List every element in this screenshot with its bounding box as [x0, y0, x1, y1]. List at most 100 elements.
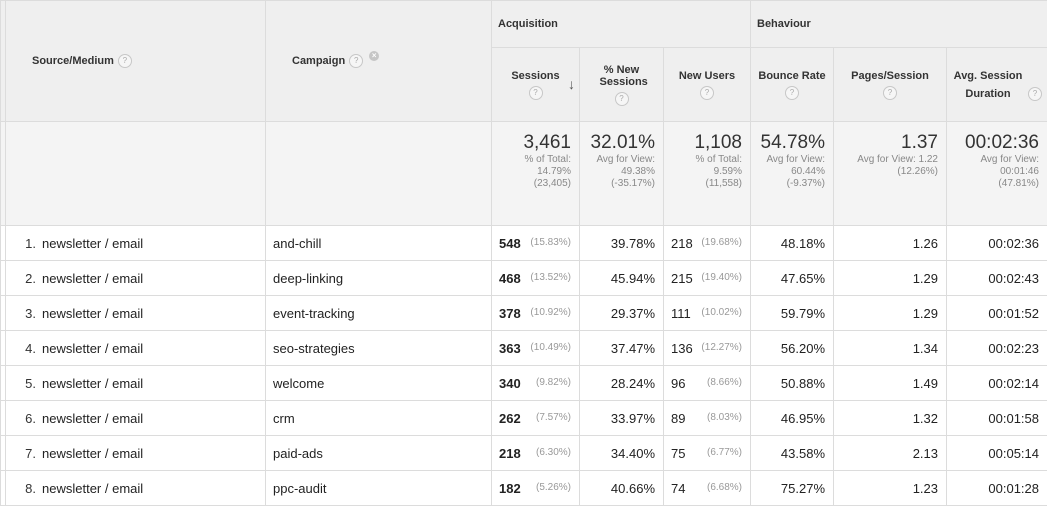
sessions-value: 378: [499, 306, 521, 321]
sessions-value: 340: [499, 376, 521, 391]
source-medium-link[interactable]: newsletter / email: [42, 446, 143, 461]
help-icon[interactable]: ?: [615, 92, 629, 106]
row-index: 1.: [10, 236, 42, 251]
acquisition-group-header: Acquisition: [492, 1, 751, 48]
campaign-link[interactable]: welcome: [273, 376, 324, 391]
sessions-percent: (7.57%): [536, 412, 571, 423]
new-users-cell: 111(10.02%): [664, 296, 751, 331]
pct-new-sessions-cell: 33.97%: [580, 401, 664, 436]
source-medium-link[interactable]: newsletter / email: [42, 411, 143, 426]
help-icon[interactable]: ?: [529, 86, 543, 100]
source-medium-link[interactable]: newsletter / email: [42, 236, 143, 251]
bounce-rate-cell: 43.58%: [751, 436, 834, 471]
sessions-cell: 468(13.52%): [492, 261, 580, 296]
sessions-percent: (15.83%): [530, 237, 571, 248]
campaign-link[interactable]: deep-linking: [273, 271, 343, 286]
new-users-value: 96: [671, 376, 685, 391]
source-medium-link[interactable]: newsletter / email: [42, 481, 143, 496]
new-users-cell: 89(8.03%): [664, 401, 751, 436]
help-icon[interactable]: ?: [349, 54, 363, 68]
bounce-rate-cell: 48.18%: [751, 226, 834, 261]
totals-campaign-cell: [266, 122, 492, 226]
new-users-cell: 215(19.40%): [664, 261, 751, 296]
sessions-cell: 218(6.30%): [492, 436, 580, 471]
source-medium-cell: 7.newsletter / email: [6, 436, 266, 471]
source-medium-header[interactable]: Source/Medium?: [6, 1, 266, 122]
new-users-percent: (12.27%): [701, 342, 742, 353]
pages-session-cell: 1.34: [834, 331, 947, 366]
source-medium-cell: 2.newsletter / email: [6, 261, 266, 296]
sessions-value: 363: [499, 341, 521, 356]
pct-new-sessions-cell: 45.94%: [580, 261, 664, 296]
pct-new-sessions-cell: 28.24%: [580, 366, 664, 401]
new-users-value: 136: [671, 341, 693, 356]
pages-session-cell: 1.29: [834, 296, 947, 331]
campaign-cell: ppc-audit: [266, 471, 492, 506]
campaign-link[interactable]: event-tracking: [273, 306, 355, 321]
table-row: 4.newsletter / email seo-strategies 363(10…: [1, 331, 1047, 366]
remove-dimension-icon[interactable]: ×: [369, 51, 379, 61]
campaign-link[interactable]: paid-ads: [273, 446, 323, 461]
pages-session-cell: 1.26: [834, 226, 947, 261]
new-users-value: 74: [671, 481, 685, 496]
campaign-link[interactable]: and-chill: [273, 236, 321, 251]
sessions-cell: 340(9.82%): [492, 366, 580, 401]
source-medium-link[interactable]: newsletter / email: [42, 376, 143, 391]
help-icon[interactable]: ?: [1028, 87, 1042, 101]
pct-new-sessions-cell: 34.40%: [580, 436, 664, 471]
source-medium-link[interactable]: newsletter / email: [42, 271, 143, 286]
help-icon[interactable]: ?: [785, 86, 799, 100]
campaign-link[interactable]: ppc-audit: [273, 481, 326, 496]
new-users-percent: (6.77%): [707, 447, 742, 458]
pct-new-sessions-cell: 37.47%: [580, 331, 664, 366]
avg-session-duration-cell: 00:01:28: [947, 471, 1047, 506]
source-medium-link[interactable]: newsletter / email: [42, 306, 143, 321]
sort-descending-icon[interactable]: ↓: [568, 76, 575, 92]
new-users-value: 75: [671, 446, 685, 461]
row-index: 4.: [10, 341, 42, 356]
report-table: Source/Medium? Campaign? × Acquisition Be…: [0, 0, 1047, 506]
help-icon[interactable]: ?: [883, 86, 897, 100]
campaign-link[interactable]: crm: [273, 411, 295, 426]
avg-session-duration-cell: 00:01:52: [947, 296, 1047, 331]
avg-session-duration-header[interactable]: Avg. Session Duration?: [947, 48, 1047, 122]
avg-session-duration-label: Avg. Session Duration: [952, 67, 1024, 103]
help-icon[interactable]: ?: [700, 86, 714, 100]
sessions-header[interactable]: Sessions ? ↓: [492, 48, 580, 122]
pages-session-cell: 1.29: [834, 261, 947, 296]
pages-session-cell: 1.23: [834, 471, 947, 506]
pages-session-header[interactable]: Pages/Session ?: [834, 48, 947, 122]
source-medium-cell: 8.newsletter / email: [6, 471, 266, 506]
pct-new-sessions-cell: 40.66%: [580, 471, 664, 506]
campaign-header[interactable]: Campaign? ×: [266, 1, 492, 122]
source-medium-cell: 4.newsletter / email: [6, 331, 266, 366]
pages-session-cell: 2.13: [834, 436, 947, 471]
new-users-percent: (19.68%): [701, 237, 742, 248]
behaviour-group-header: Behaviour: [751, 1, 1047, 48]
totals-row: 3,461 % of Total: 14.79% (23,405) 32.01%…: [1, 122, 1047, 226]
campaign-label: Campaign: [292, 55, 345, 67]
bounce-rate-header[interactable]: Bounce Rate ?: [751, 48, 834, 122]
source-medium-cell: 1.newsletter / email: [6, 226, 266, 261]
new-users-value: 111: [671, 306, 691, 321]
sessions-value: 182: [499, 481, 521, 496]
source-medium-link[interactable]: newsletter / email: [42, 341, 143, 356]
avg-session-duration-cell: 00:02:36: [947, 226, 1047, 261]
help-icon[interactable]: ?: [118, 54, 132, 68]
new-users-header[interactable]: New Users ?: [664, 48, 751, 122]
new-users-cell: 74(6.68%): [664, 471, 751, 506]
new-users-percent: (8.66%): [707, 377, 742, 388]
new-users-percent: (8.03%): [707, 412, 742, 423]
total-pct-new-sessions: 32.01% Avg for View: 49.38% (-35.17%): [580, 122, 664, 226]
pct-new-sessions-header[interactable]: % New Sessions ?: [580, 48, 664, 122]
row-index: 2.: [10, 271, 42, 286]
sessions-cell: 363(10.49%): [492, 331, 580, 366]
sessions-percent: (5.26%): [536, 482, 571, 493]
sessions-cell: 262(7.57%): [492, 401, 580, 436]
bounce-rate-cell: 56.20%: [751, 331, 834, 366]
avg-session-duration-cell: 00:02:14: [947, 366, 1047, 401]
campaign-link[interactable]: seo-strategies: [273, 341, 355, 356]
table-row: 8.newsletter / email ppc-audit 182 (5.26%) 4…: [1, 471, 1047, 506]
new-users-value: 215: [671, 271, 693, 286]
avg-session-duration-cell: 00:05:14: [947, 436, 1047, 471]
